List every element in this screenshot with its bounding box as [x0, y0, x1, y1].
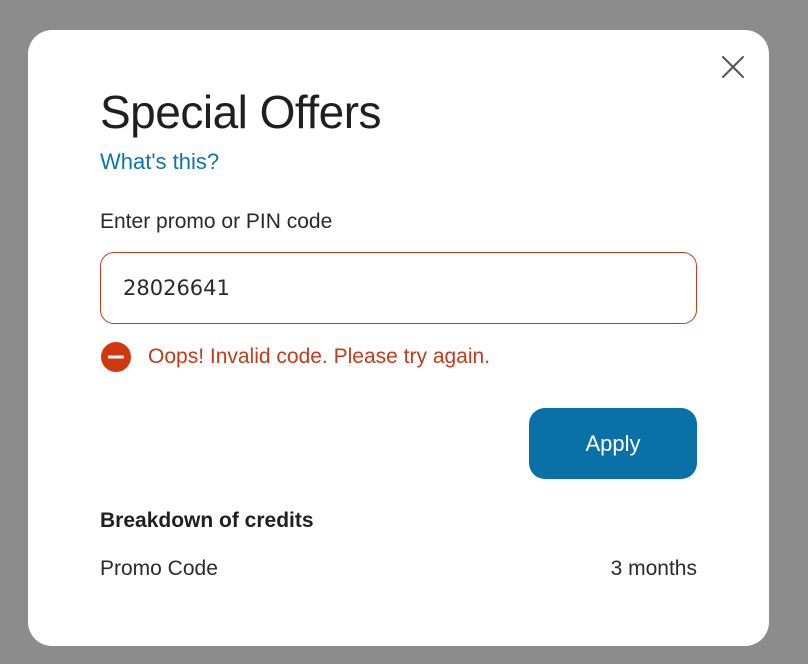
error-message-row: Oops! Invalid code. Please try again.: [100, 340, 490, 374]
credit-row: Promo Code 3 months: [100, 555, 697, 583]
credit-row-value: 3 months: [610, 557, 697, 580]
special-offers-modal: Special Offers What's this? Enter promo …: [28, 30, 769, 646]
whats-this-link[interactable]: What's this?: [100, 148, 219, 176]
error-minus-circle-icon: [100, 341, 132, 373]
close-button[interactable]: [718, 52, 748, 82]
close-icon: [718, 52, 748, 82]
promo-code-label: Enter promo or PIN code: [100, 210, 333, 233]
modal-title: Special Offers: [100, 86, 382, 138]
promo-code-input[interactable]: [100, 252, 697, 324]
breakdown-title: Breakdown of credits: [100, 509, 314, 532]
error-message: Oops! Invalid code. Please try again.: [148, 345, 491, 368]
apply-button[interactable]: Apply: [529, 408, 697, 479]
credit-row-label: Promo Code: [100, 557, 218, 580]
